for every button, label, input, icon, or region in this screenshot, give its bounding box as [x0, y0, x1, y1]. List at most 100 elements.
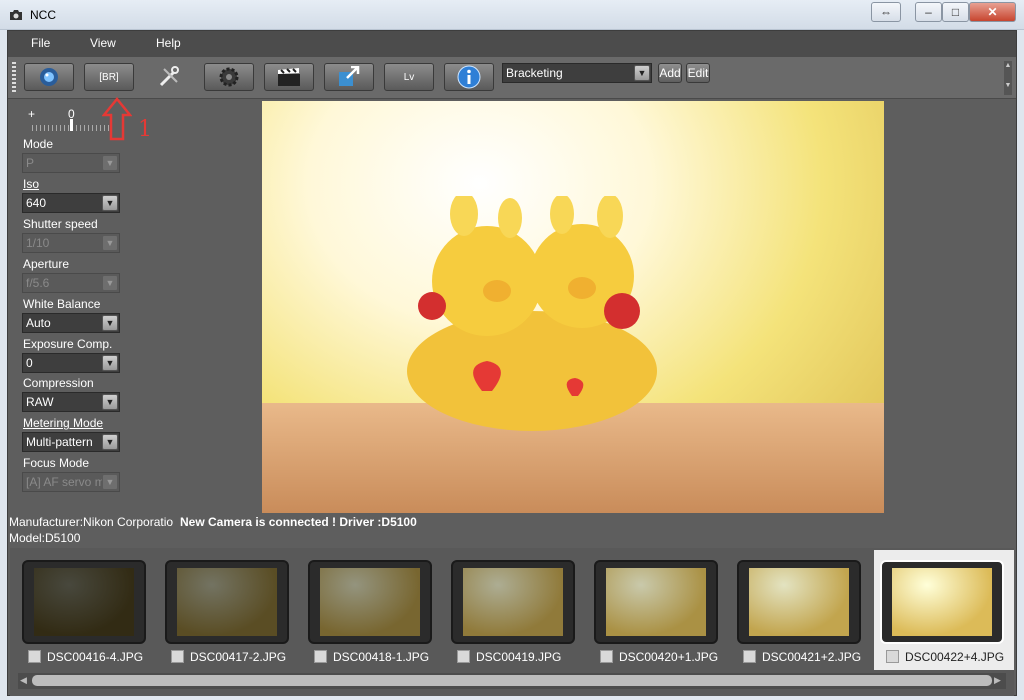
menu-help[interactable]: Help	[156, 36, 181, 50]
horizontal-scrollbar[interactable]: ◀ ▶	[18, 673, 1006, 689]
thumbnail-item[interactable]: DSC00417-2.JPG	[159, 550, 299, 670]
bracketing-label: [BR]	[99, 71, 119, 83]
maximize-button[interactable]: □	[942, 2, 969, 22]
thumbnail-checkbox[interactable]	[28, 650, 41, 663]
iso-select[interactable]: 640 ▼	[22, 193, 120, 213]
app-camera-icon	[10, 10, 22, 20]
thumbnail-item[interactable]: DSC00416-4.JPG	[16, 550, 156, 670]
gear-icon	[219, 67, 239, 87]
movie-button[interactable]	[264, 63, 314, 91]
window-title: NCC	[30, 8, 56, 22]
thumbnail-checkbox[interactable]	[600, 650, 613, 663]
thumbnail-item[interactable]: DSC00422+4.JPG	[874, 550, 1014, 670]
thumbnail-filename: DSC00422+4.JPG	[905, 650, 1005, 664]
bracketing-button[interactable]: [BR]	[84, 63, 134, 91]
white-balance-select[interactable]: Auto ▼	[22, 313, 120, 333]
thumbnail-photo	[34, 568, 134, 636]
chevron-down-icon: ▼	[102, 235, 118, 251]
chevron-down-icon: ▼	[102, 155, 118, 171]
info-button[interactable]	[444, 63, 494, 91]
live-view-button[interactable]: Lv	[384, 63, 434, 91]
metering-mode-value: Multi-pattern	[26, 435, 93, 449]
restore-arrows-button[interactable]: ⇔	[871, 2, 901, 22]
thumbnail-strip: DSC00416-4.JPG DSC00417-2.JPG DSC00418-1.J…	[10, 548, 1014, 696]
exposure-comp-value: 0	[26, 356, 33, 370]
live-view-label: Lv	[403, 71, 415, 83]
preset-select-value: Bracketing	[506, 66, 563, 80]
thumbnail-item[interactable]: DSC00418-1.JPG	[302, 550, 442, 670]
preset-select[interactable]: Bracketing ▼	[502, 63, 652, 83]
tools-button[interactable]	[144, 63, 194, 91]
capture-button[interactable]	[24, 63, 74, 91]
compression-value: RAW	[26, 395, 54, 409]
white-balance-label: White Balance	[23, 297, 101, 311]
thumbnail-image[interactable]	[451, 560, 575, 644]
exposure-comp-label: Exposure Comp.	[23, 337, 113, 351]
tools-icon	[159, 66, 179, 87]
exposure-comp-select[interactable]: 0 ▼	[22, 353, 120, 373]
menu-view[interactable]: View	[90, 36, 116, 50]
lens-icon	[40, 68, 58, 86]
aperture-label: Aperture	[23, 257, 70, 271]
thumbnail-image[interactable]	[308, 560, 432, 644]
aperture-value: f/5.6	[26, 276, 50, 290]
thumbnail-photo	[606, 568, 706, 636]
thumbnail-filename: DSC00417-2.JPG	[190, 650, 287, 664]
white-balance-value: Auto	[26, 316, 51, 330]
thumbnail-image[interactable]	[880, 560, 1004, 644]
exposure-scale-plus: +	[28, 107, 36, 121]
minimize-button[interactable]: –	[915, 2, 942, 22]
thumbnail-item[interactable]: DSC00421+2.JPG	[731, 550, 871, 670]
edit-label: Edit	[687, 66, 709, 80]
compression-label: Compression	[23, 376, 94, 390]
title-bar: NCC ⇔ – □ ✕	[0, 0, 1024, 30]
thumbnail-photo	[320, 568, 420, 636]
scroll-left-icon[interactable]: ◀	[20, 675, 30, 687]
thumbnail-checkbox[interactable]	[457, 650, 470, 663]
transfer-button[interactable]	[324, 63, 374, 91]
compression-select[interactable]: RAW ▼	[22, 392, 120, 412]
add-label: Add	[659, 66, 681, 80]
thumbnail-image[interactable]	[22, 560, 146, 644]
mode-value: P	[26, 156, 35, 170]
edit-button[interactable]: Edit	[686, 63, 710, 83]
iso-label: Iso	[23, 177, 40, 191]
info-icon	[457, 65, 481, 89]
thumbnail-checkbox[interactable]	[314, 650, 327, 663]
metering-mode-select[interactable]: Multi-pattern ▼	[22, 432, 120, 452]
menu-file[interactable]: File	[31, 36, 50, 50]
thumbnail-image[interactable]	[737, 560, 861, 644]
toolbar-grip[interactable]	[12, 62, 16, 94]
add-button[interactable]: Add	[658, 63, 682, 83]
focus-mode-label: Focus Mode	[23, 456, 90, 470]
thumbnail-filename: DSC00421+2.JPG	[762, 650, 862, 664]
mode-select: P ▼	[22, 153, 120, 173]
shutter-speed-select: 1/10 ▼	[22, 233, 120, 253]
chevron-down-icon: ▼	[102, 394, 118, 410]
toolbar-overflow-handle[interactable]: ▲ ▼	[1004, 61, 1012, 95]
close-button[interactable]: ✕	[969, 2, 1016, 22]
scrollbar-thumb[interactable]	[32, 675, 992, 686]
thumbnail-photo	[892, 568, 992, 636]
red-up-arrow-annotation-icon	[102, 97, 132, 141]
menu-bar: File View Help	[8, 31, 1016, 57]
exposure-scale-indicator[interactable]	[70, 119, 73, 131]
mode-label: Mode	[23, 137, 54, 151]
thumbnail-photo	[177, 568, 277, 636]
chevron-down-icon: ▼	[102, 434, 118, 450]
connection-status-text: New Camera is connected ! Driver :D5100	[180, 515, 417, 529]
model-text: Model:D5100	[9, 531, 81, 545]
thumbnail-checkbox[interactable]	[886, 650, 899, 663]
chevron-down-icon: ▼	[634, 65, 650, 81]
manufacturer-text: Manufacturer:Nikon Corporatio	[9, 515, 174, 529]
double-arrow-icon: ⇔	[880, 5, 892, 19]
thumbnail-checkbox[interactable]	[743, 650, 756, 663]
scroll-right-icon[interactable]: ▶	[994, 675, 1004, 687]
thumbnail-image[interactable]	[594, 560, 718, 644]
thumbnail-image[interactable]	[165, 560, 289, 644]
settings-button[interactable]	[204, 63, 254, 91]
thumbnail-item[interactable]: DSC00420+1.JPG	[588, 550, 728, 670]
thumbnail-checkbox[interactable]	[171, 650, 184, 663]
thumbnail-filename: DSC00416-4.JPG	[47, 650, 144, 664]
thumbnail-item[interactable]: DSC00419.JPG	[445, 550, 585, 670]
